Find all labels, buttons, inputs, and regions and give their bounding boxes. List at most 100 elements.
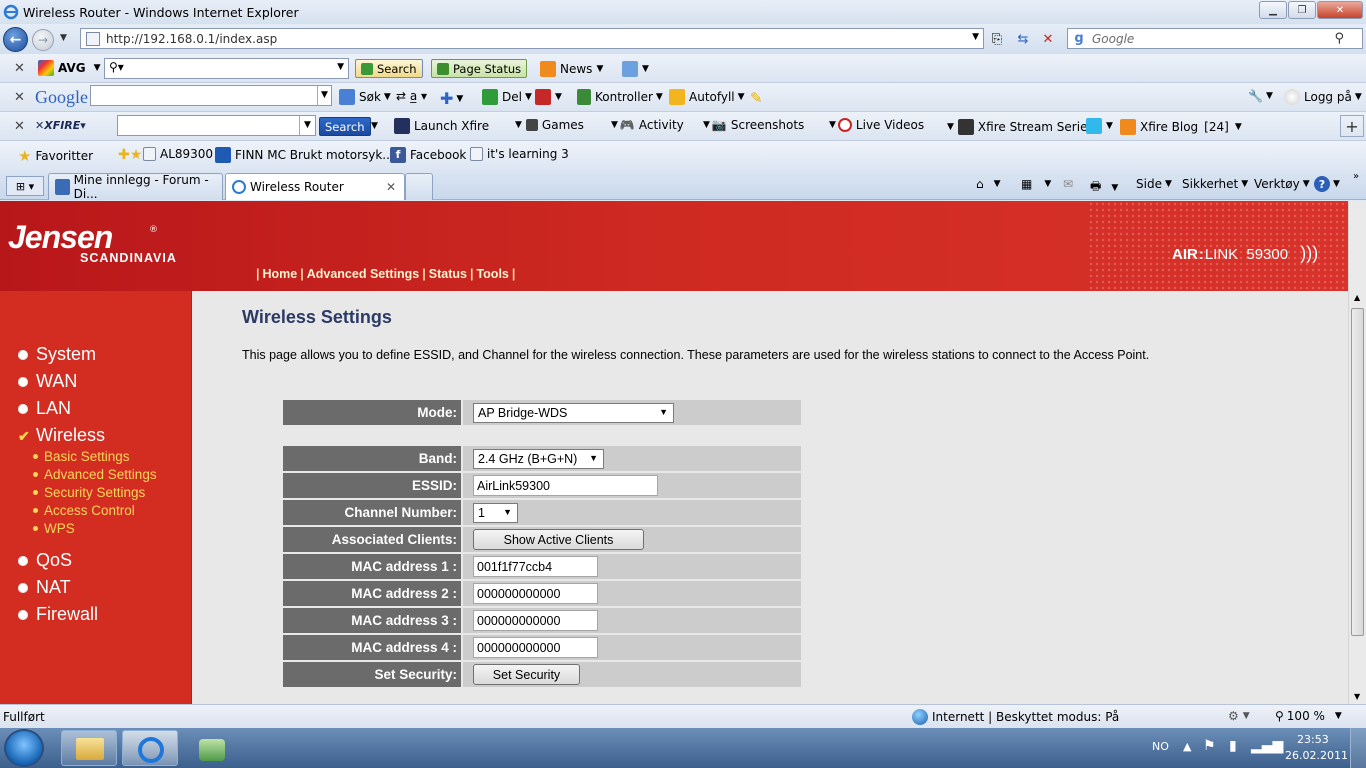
translate-button[interactable]: ⇄ a̲ ▾: [396, 89, 427, 103]
mac1-input[interactable]: 001f1f77ccb4: [473, 556, 598, 577]
language-indicator[interactable]: NO: [1152, 740, 1169, 753]
sikkerhet-menu[interactable]: Sikkerhet ▼: [1182, 177, 1248, 191]
mode-select[interactable]: AP Bridge-WDS ▼: [473, 402, 674, 423]
search-input[interactable]: g Google ⚲: [1067, 28, 1363, 49]
add-favorite-icon[interactable]: ✚★: [118, 147, 142, 163]
sidebar-item-firewall[interactable]: Firewall: [18, 604, 98, 625]
start-button[interactable]: [4, 729, 44, 767]
new-tab-button[interactable]: [405, 173, 433, 200]
twitter-button[interactable]: ▼: [1086, 118, 1113, 134]
mail-button[interactable]: ✉: [1063, 177, 1073, 191]
battery-icon[interactable]: ▮: [1229, 738, 1237, 754]
channel-select[interactable]: 1 ▼: [473, 502, 518, 523]
live-videos-button[interactable]: ▼ Live Videos: [829, 118, 924, 132]
compatibility-view-icon[interactable]: ⎘: [987, 29, 1007, 49]
plus-button[interactable]: ✚ ▼: [440, 89, 463, 108]
zoom-button[interactable]: ⚲ 100 % ▼: [1275, 709, 1342, 723]
share-button[interactable]: Del ▼: [482, 89, 532, 105]
side-menu[interactable]: Side ▼: [1136, 177, 1172, 191]
home-button[interactable]: ⌂ ▼: [976, 177, 1001, 191]
chevron-icon[interactable]: »: [1353, 171, 1359, 182]
close-window-button[interactable]: ✕: [1317, 1, 1363, 19]
nav-status[interactable]: Status: [429, 267, 467, 281]
mac2-input[interactable]: 000000000000: [473, 583, 598, 604]
nav-tools[interactable]: Tools: [476, 267, 508, 281]
sidebar-sub-wps[interactable]: WPS: [33, 521, 75, 536]
screenshots-button[interactable]: ▼ 📷 Screenshots: [703, 118, 804, 132]
stream-series-button[interactable]: ▼ Xfire Stream Series: [947, 119, 1094, 135]
sidebar-item-wan[interactable]: WAN: [18, 371, 77, 392]
clock-date[interactable]: 26.02.2011: [1285, 749, 1348, 762]
history-dropdown-icon[interactable]: ▼: [60, 33, 67, 43]
popup-blocker-button[interactable]: ▼: [535, 89, 562, 105]
taskbar-explorer[interactable]: [61, 730, 117, 766]
search-icon[interactable]: ⚲: [1334, 31, 1344, 46]
taskbar-network[interactable]: [183, 730, 239, 766]
sidebar-item-system[interactable]: System: [18, 344, 96, 365]
sidebar-item-lan[interactable]: LAN: [18, 398, 71, 419]
autofyll-button[interactable]: Autofyll ▼: [669, 89, 745, 105]
launch-xfire-button[interactable]: Launch Xfire: [394, 118, 489, 134]
print-button[interactable]: 🖶 ▼: [1090, 177, 1118, 198]
forward-button[interactable]: →: [32, 29, 54, 51]
taskbar-ie[interactable]: [122, 730, 178, 766]
avg-logo[interactable]: AVG ▼: [38, 60, 101, 76]
close-toolbar-icon[interactable]: ✕: [14, 61, 25, 76]
url-dropdown-icon[interactable]: ▼: [972, 32, 979, 42]
minimize-button[interactable]: ▁: [1259, 1, 1287, 19]
activity-button[interactable]: ▼ 🎮 Activity: [611, 118, 684, 132]
avg-search-input[interactable]: ⚲▾ ▼: [104, 58, 349, 79]
clock-time[interactable]: 23:53: [1297, 733, 1329, 746]
scroll-down-icon[interactable]: ▼: [1354, 692, 1360, 701]
logg-pa-button[interactable]: Logg på ▼: [1284, 89, 1362, 105]
google-search-input[interactable]: ▼: [90, 85, 332, 106]
maximize-button[interactable]: ❐: [1288, 1, 1316, 19]
avg-options-button[interactable]: ▼: [622, 61, 649, 77]
scroll-up-icon[interactable]: ▲: [1354, 293, 1360, 302]
help-button[interactable]: ? ▼: [1314, 176, 1340, 192]
sidebar-sub-basic-settings[interactable]: Basic Settings: [33, 449, 130, 464]
games-button[interactable]: ▼ Games: [515, 118, 584, 132]
sidebar-sub-security-settings[interactable]: Security Settings: [33, 485, 145, 500]
nav-home[interactable]: Home: [263, 267, 298, 281]
kontroller-button[interactable]: Kontroller ▼: [577, 89, 663, 105]
sidebar-item-nat[interactable]: NAT: [18, 577, 71, 598]
google-settings-button[interactable]: 🔧 ▼: [1248, 89, 1273, 103]
refresh-icon[interactable]: ⇆: [1013, 29, 1033, 49]
close-toolbar-icon[interactable]: ✕: [14, 90, 25, 105]
xfire-search-input[interactable]: ▼: [117, 115, 316, 136]
add-button[interactable]: +: [1340, 115, 1364, 137]
back-button[interactable]: ←: [3, 27, 28, 52]
show-desktop-button[interactable]: [1350, 728, 1366, 768]
scrollbar-thumb[interactable]: [1351, 308, 1364, 636]
xfire-search-dropdown-icon[interactable]: ▼: [371, 121, 378, 131]
avg-search-button[interactable]: Search: [355, 59, 423, 78]
sidebar-sub-access-control[interactable]: Access Control: [33, 503, 135, 518]
feeds-button[interactable]: ▦ ▼: [1021, 177, 1051, 191]
vertical-scrollbar[interactable]: ▲ ▼: [1348, 290, 1366, 704]
sidebar-item-qos[interactable]: QoS: [18, 550, 72, 571]
show-hidden-icons[interactable]: ▲: [1183, 740, 1191, 753]
sidebar-item-wireless[interactable]: ✔ Wireless: [18, 425, 105, 446]
sidebar-sub-advanced-settings[interactable]: Advanced Settings: [33, 467, 157, 482]
page-status-button[interactable]: Page Status: [431, 59, 528, 78]
verktoy-menu[interactable]: Verktøy ▼: [1254, 177, 1310, 191]
quick-tabs-button[interactable]: ⊞ ▾: [6, 176, 44, 196]
protected-mode-button[interactable]: ⚙ ▼: [1228, 709, 1250, 723]
tab-forum[interactable]: Mine innlegg - Forum - Di...: [48, 173, 223, 201]
fav-item-finn[interactable]: FINN MC Brukt motorsyk...: [215, 147, 394, 163]
close-toolbar-icon[interactable]: ✕: [14, 119, 25, 134]
xfire-blog-button[interactable]: Xfire Blog [24] ▼: [1120, 119, 1242, 135]
essid-input[interactable]: AirLink59300: [473, 475, 658, 496]
xfire-logo[interactable]: ✕ XFIRE ▾: [35, 119, 86, 132]
favorites-button[interactable]: ★ Favoritter: [18, 147, 93, 165]
security-zone[interactable]: Internett | Beskyttet modus: På: [912, 709, 1119, 725]
google-logo[interactable]: Google: [35, 87, 88, 108]
mac4-input[interactable]: 000000000000: [473, 637, 598, 658]
close-tab-icon[interactable]: ✕: [386, 180, 396, 194]
news-button[interactable]: News ▼: [540, 61, 603, 77]
action-center-icon[interactable]: ⚑: [1203, 738, 1216, 754]
stop-icon[interactable]: ✕: [1038, 29, 1058, 49]
url-input[interactable]: http://192.168.0.1/index.asp ▼: [80, 28, 984, 49]
nav-advanced-settings[interactable]: Advanced Settings: [307, 267, 420, 281]
